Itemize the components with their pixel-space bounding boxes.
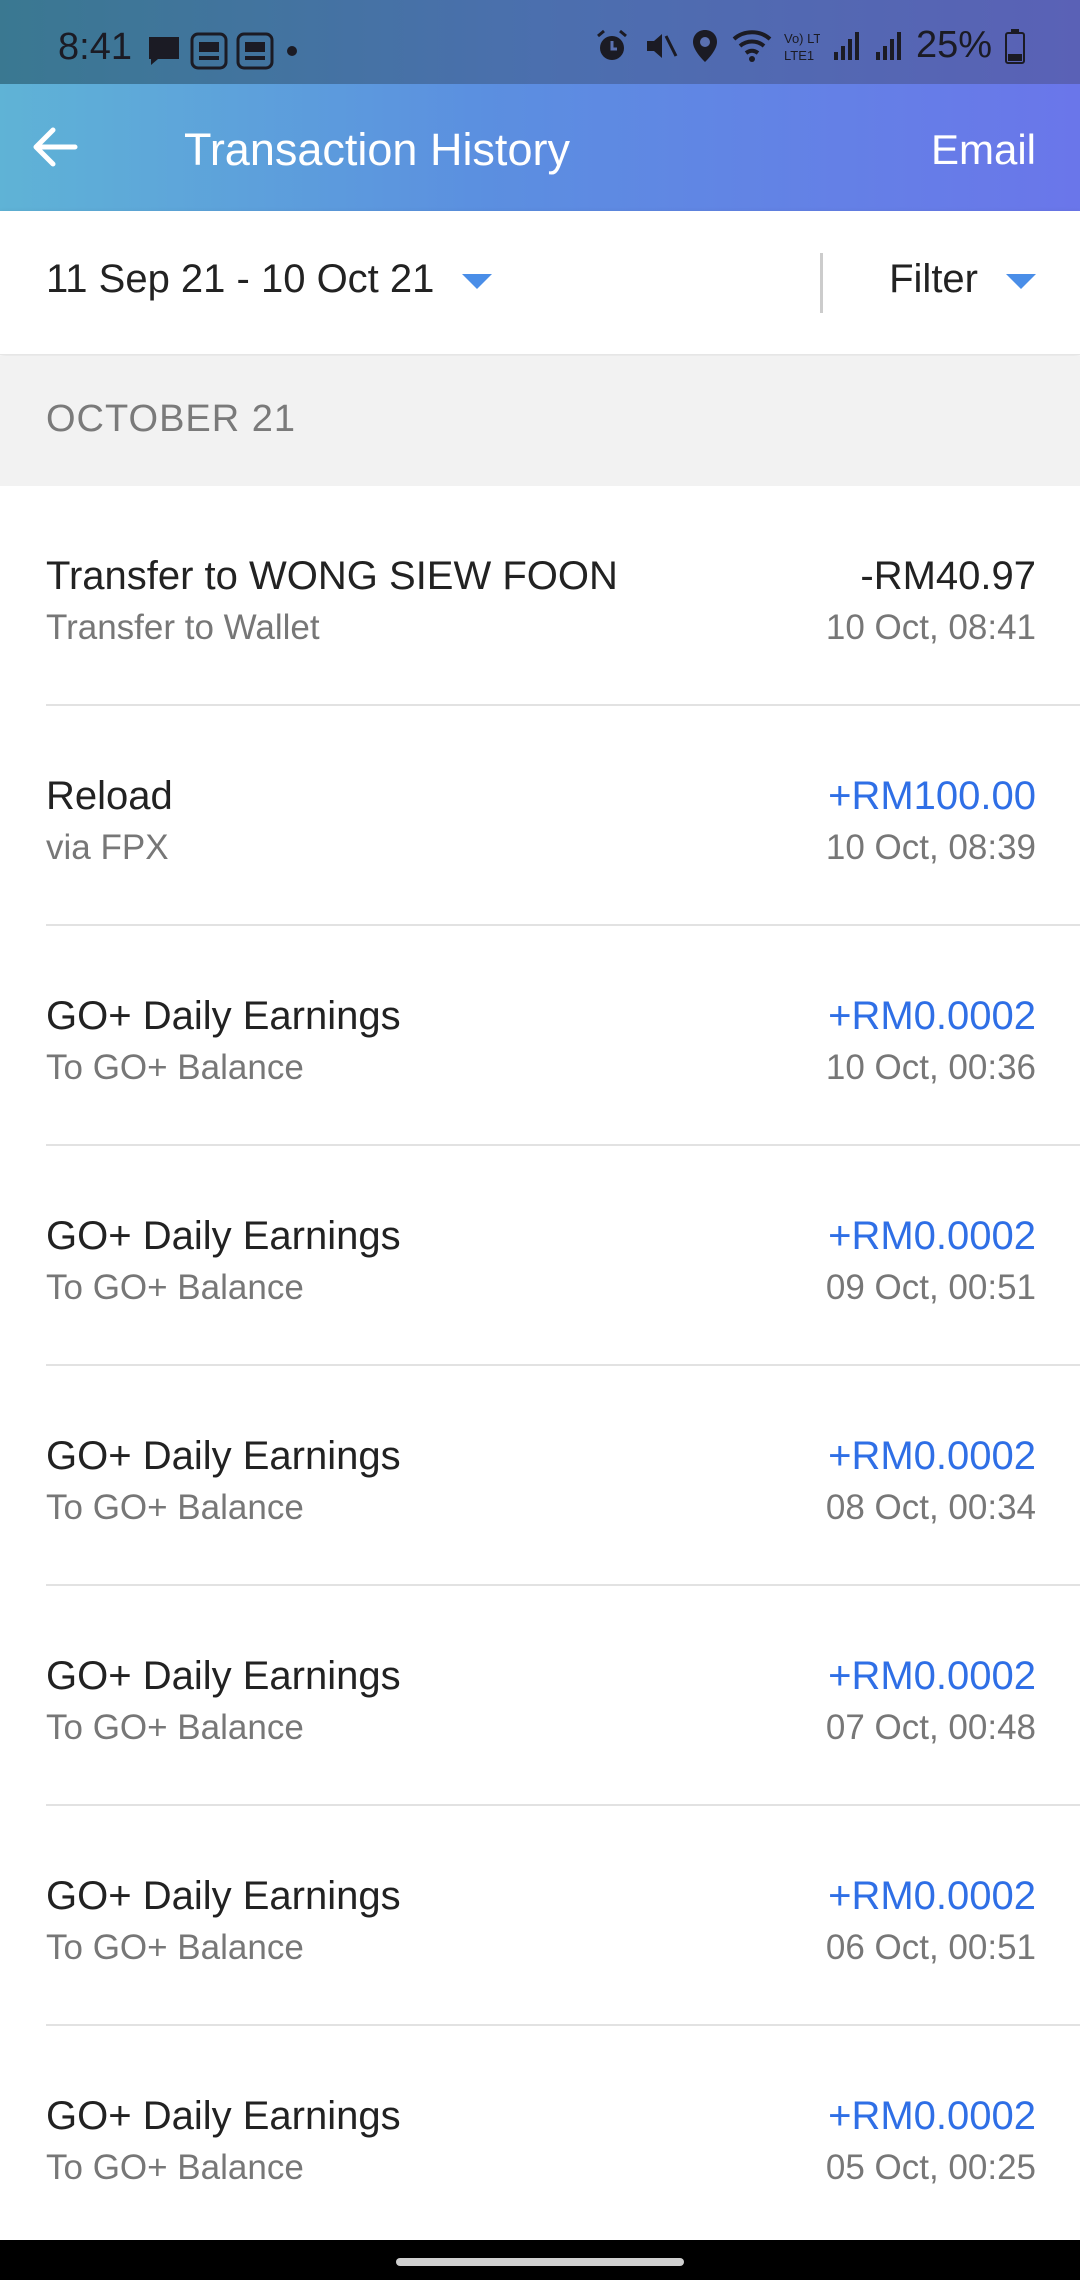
transaction-title: GO+ Daily Earnings — [46, 1874, 401, 1918]
filter-dropdown[interactable]: Filter — [889, 257, 1036, 302]
app-bar: Transaction History Email — [0, 84, 1080, 211]
transaction-title: GO+ Daily Earnings — [46, 2094, 401, 2138]
transaction-row[interactable]: GO+ Daily Earnings To GO+ Balance +RM0.0… — [0, 2026, 1080, 2246]
signal-icon — [832, 30, 862, 62]
transaction-date: 09 Oct, 00:51 — [825, 1268, 1036, 1307]
system-icons: Vo) LTE1 LTE1 25% — [594, 24, 1026, 67]
transaction-title: GO+ Daily Earnings — [46, 1434, 401, 1478]
transaction-title: GO+ Daily Earnings — [46, 994, 401, 1038]
transaction-date: 10 Oct, 08:41 — [825, 608, 1036, 647]
transaction-amount: +RM0.0002 — [828, 2094, 1036, 2138]
location-icon — [690, 28, 720, 64]
divider — [820, 253, 823, 313]
transaction-row[interactable]: GO+ Daily Earnings To GO+ Balance +RM0.0… — [0, 1806, 1080, 2026]
home-gesture-handle[interactable] — [396, 2258, 684, 2266]
transaction-amount: +RM0.0002 — [828, 994, 1036, 1038]
touchngo-ewallet-icon — [190, 32, 228, 70]
transaction-title: Reload — [46, 774, 173, 818]
chevron-down-icon — [1006, 274, 1036, 289]
transaction-subtitle: To GO+ Balance — [46, 1048, 304, 1087]
filter-bar: 11 Sep 21 - 10 Oct 21 Filter — [0, 211, 1080, 355]
transaction-title: Transfer to WONG SIEW FOON — [46, 554, 618, 598]
transaction-amount: +RM0.0002 — [828, 1874, 1036, 1918]
transaction-row[interactable]: GO+ Daily Earnings To GO+ Balance +RM0.0… — [0, 1586, 1080, 1806]
transaction-row[interactable]: GO+ Daily Earnings To GO+ Balance +RM0.0… — [0, 1146, 1080, 1366]
transaction-subtitle: To GO+ Balance — [46, 2148, 304, 2187]
filter-label: Filter — [889, 257, 978, 301]
transaction-date: 10 Oct, 00:36 — [825, 1048, 1036, 1087]
transaction-date: 05 Oct, 00:25 — [825, 2148, 1036, 2187]
transaction-title: GO+ Daily Earnings — [46, 1654, 401, 1698]
svg-text:Vo) LTE1: Vo) LTE1 — [784, 31, 820, 46]
signal-icon — [874, 30, 904, 62]
transaction-subtitle: via FPX — [46, 828, 169, 867]
transaction-row[interactable]: Reload via FPX +RM100.00 10 Oct, 08:39 — [0, 706, 1080, 926]
alarm-icon — [594, 28, 630, 64]
mute-icon — [642, 28, 678, 64]
transaction-title: GO+ Daily Earnings — [46, 1214, 401, 1258]
email-button[interactable]: Email — [931, 126, 1036, 174]
transaction-subtitle: To GO+ Balance — [46, 1268, 304, 1307]
message-icon — [146, 34, 182, 68]
system-nav-bar — [0, 2240, 1080, 2280]
transaction-list: Transfer to WONG SIEW FOON Transfer to W… — [0, 486, 1080, 2246]
section-header-label: OCTOBER 21 — [46, 398, 297, 440]
touchngo-ewallet-icon — [236, 32, 274, 70]
transaction-amount: +RM0.0002 — [828, 1434, 1036, 1478]
back-button[interactable] — [22, 114, 88, 180]
dot-icon — [282, 41, 302, 61]
volte-icon: Vo) LTE1 LTE1 — [784, 29, 820, 63]
month-section-header: OCTOBER 21 — [0, 356, 1080, 486]
notification-icons — [146, 32, 302, 70]
transaction-subtitle: To GO+ Balance — [46, 1928, 304, 1967]
transaction-amount: -RM40.97 — [860, 554, 1036, 598]
transaction-amount: +RM0.0002 — [828, 1654, 1036, 1698]
transaction-row[interactable]: GO+ Daily Earnings To GO+ Balance +RM0.0… — [0, 1366, 1080, 1586]
status-bar: 8:41 Vo) LTE1 LTE1 — [0, 0, 1080, 84]
date-range-selector[interactable]: 11 Sep 21 - 10 Oct 21 — [46, 257, 493, 302]
status-time: 8:41 — [58, 26, 132, 68]
transaction-subtitle: To GO+ Balance — [46, 1708, 304, 1747]
transaction-amount: +RM100.00 — [828, 774, 1036, 818]
transaction-row[interactable]: GO+ Daily Earnings To GO+ Balance +RM0.0… — [0, 926, 1080, 1146]
transaction-subtitle: Transfer to Wallet — [46, 608, 320, 647]
chevron-down-icon — [462, 274, 493, 289]
date-range-label: 11 Sep 21 - 10 Oct 21 — [46, 257, 435, 301]
page-title: Transaction History — [184, 124, 570, 175]
transaction-date: 06 Oct, 00:51 — [825, 1928, 1036, 1967]
battery-icon — [1004, 28, 1026, 64]
wifi-icon — [732, 29, 772, 63]
transaction-date: 08 Oct, 00:34 — [825, 1488, 1036, 1527]
transaction-row[interactable]: Transfer to WONG SIEW FOON Transfer to W… — [0, 486, 1080, 706]
arrow-left-icon — [33, 127, 78, 167]
svg-text:LTE1: LTE1 — [784, 48, 814, 63]
battery-percentage: 25% — [915, 24, 992, 66]
transaction-date: 07 Oct, 00:48 — [825, 1708, 1036, 1747]
transaction-amount: +RM0.0002 — [828, 1214, 1036, 1258]
transaction-date: 10 Oct, 08:39 — [825, 828, 1036, 867]
transaction-subtitle: To GO+ Balance — [46, 1488, 304, 1527]
